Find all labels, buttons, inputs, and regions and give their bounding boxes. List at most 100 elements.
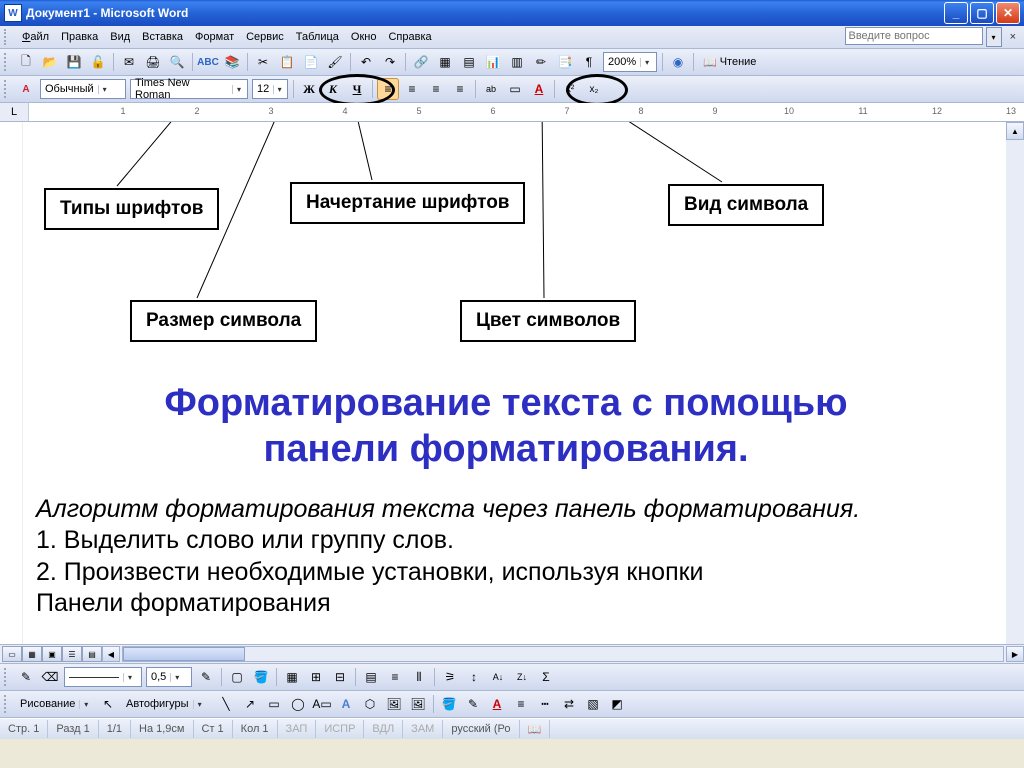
insert-excel-button[interactable]: 📊 xyxy=(482,51,504,73)
show-formatting-button[interactable]: ¶ xyxy=(578,51,600,73)
research-button[interactable]: 📚 xyxy=(221,51,243,73)
menu-table[interactable]: Таблица xyxy=(290,29,345,45)
permissions-button[interactable]: 🔓 xyxy=(87,51,109,73)
align-justify-button[interactable]: ≡ xyxy=(449,78,471,100)
menu-insert[interactable]: Вставка xyxy=(136,29,189,45)
line-style-combo[interactable]: ▾ xyxy=(64,667,142,687)
highlight-button[interactable]: ab xyxy=(480,78,502,100)
doc-map-button[interactable]: 📑 xyxy=(554,51,576,73)
vertical-scrollbar[interactable]: ▲ xyxy=(1006,122,1024,644)
scroll-up-button[interactable]: ▲ xyxy=(1006,122,1024,140)
status-trk[interactable]: ИСПР xyxy=(316,720,364,738)
line-tool-button[interactable]: ╲ xyxy=(215,693,237,715)
border-button[interactable]: ▭ xyxy=(504,78,526,100)
print-button[interactable]: 🖨 xyxy=(142,51,164,73)
status-ovr[interactable]: ЗАМ xyxy=(403,720,443,738)
normal-view-button[interactable]: ▭ xyxy=(2,646,22,662)
copy-button[interactable]: 📋 xyxy=(276,51,298,73)
print-view-button[interactable]: ▣ xyxy=(42,646,62,662)
vertical-ruler[interactable] xyxy=(0,122,23,644)
line-style-button[interactable]: ≡ xyxy=(510,693,532,715)
merge-cells-button[interactable]: ⊞ xyxy=(305,666,327,688)
reading-view-button[interactable]: ▤ xyxy=(82,646,102,662)
font-size-combo[interactable]: 12▾ xyxy=(252,79,288,99)
insert-table-button[interactable]: ▤ xyxy=(458,51,480,73)
help-search[interactable]: ▾ xyxy=(845,27,1002,47)
scroll-left-button[interactable]: ◀ xyxy=(102,646,120,662)
split-cells-button[interactable]: ⊟ xyxy=(329,666,351,688)
help-button[interactable]: ◉ xyxy=(667,51,689,73)
align-center-button[interactable]: ≡ xyxy=(401,78,423,100)
document-content[interactable]: Типы шрифтов Начертание шрифтов Вид симв… xyxy=(22,122,1004,644)
textbox-tool-button[interactable]: A▭ xyxy=(311,693,333,715)
drawing-button[interactable]: ✏ xyxy=(530,51,552,73)
shading-color-button[interactable]: 🪣 xyxy=(250,666,272,688)
subscript-button[interactable]: x₂ xyxy=(583,78,605,100)
3d-button[interactable]: ◩ xyxy=(606,693,628,715)
insert-table-button2[interactable]: ▦ xyxy=(281,666,303,688)
status-lang[interactable]: русский (Ро xyxy=(443,720,519,738)
arrow-style-button[interactable]: ⇄ xyxy=(558,693,580,715)
styles-pane-button[interactable]: A xyxy=(15,78,37,100)
open-button[interactable]: 📂 xyxy=(39,51,61,73)
outside-border-button[interactable]: ▢ xyxy=(226,666,248,688)
scroll-right-button[interactable]: ▶ xyxy=(1006,646,1024,662)
sort-asc-button[interactable]: A↓ xyxy=(487,666,509,688)
zoom-combo[interactable]: 200%▾ xyxy=(603,52,657,72)
status-spell-icon[interactable]: 📖 xyxy=(520,720,551,738)
border-color-button[interactable]: ✎ xyxy=(195,666,217,688)
reading-layout-button[interactable]: 📖Чтение xyxy=(697,51,762,73)
wordart-button[interactable]: A xyxy=(335,693,357,715)
clipart-button[interactable]: 🖼 xyxy=(383,693,405,715)
drawing-menu[interactable]: Рисование▾ xyxy=(16,695,94,713)
print-preview-button[interactable]: 🔍 xyxy=(166,51,188,73)
sort-desc-button[interactable]: Z↓ xyxy=(511,666,533,688)
select-objects-button[interactable]: ↖ xyxy=(97,693,119,715)
align-cells-button[interactable]: ▤ xyxy=(360,666,382,688)
shadow-button[interactable]: ▧ xyxy=(582,693,604,715)
hscroll-track[interactable] xyxy=(122,646,1004,662)
picture-button[interactable]: 🖼 xyxy=(407,693,429,715)
text-direction-button[interactable]: ↕ xyxy=(463,666,485,688)
spellcheck-button[interactable]: ABC xyxy=(197,51,219,73)
font-color-button2[interactable]: A xyxy=(486,693,508,715)
fill-color-button[interactable]: 🪣 xyxy=(438,693,460,715)
distribute-rows-button[interactable]: ≡ xyxy=(384,666,406,688)
eraser-button[interactable]: ⌫ xyxy=(39,666,61,688)
autoshapes-menu[interactable]: Автофигуры▾ xyxy=(122,695,212,713)
menu-edit[interactable]: Правка xyxy=(55,29,104,45)
line-color-button[interactable]: ✎ xyxy=(462,693,484,715)
font-combo[interactable]: Times New Roman▾ xyxy=(130,79,248,99)
cut-button[interactable]: ✂ xyxy=(252,51,274,73)
menu-format[interactable]: Формат xyxy=(189,29,240,45)
hyperlink-button[interactable]: 🔗 xyxy=(410,51,432,73)
bold-button[interactable]: Ж xyxy=(298,78,320,100)
dash-style-button[interactable]: ┅ xyxy=(534,693,556,715)
line-weight-combo[interactable]: 0,5▾ xyxy=(146,667,192,687)
oval-tool-button[interactable]: ◯ xyxy=(287,693,309,715)
help-search-input[interactable] xyxy=(845,27,983,45)
help-search-dropdown[interactable]: ▾ xyxy=(986,27,1002,47)
autosum-button[interactable]: Σ xyxy=(535,666,557,688)
menu-view[interactable]: Вид xyxy=(104,29,136,45)
format-painter-button[interactable]: 🖌 xyxy=(324,51,346,73)
mail-button[interactable]: ✉ xyxy=(118,51,140,73)
paste-button[interactable]: 📄 xyxy=(300,51,322,73)
new-doc-button[interactable]: 🗋 xyxy=(15,51,37,73)
align-right-button[interactable]: ≡ xyxy=(425,78,447,100)
draw-table-button[interactable]: ✎ xyxy=(15,666,37,688)
menu-window[interactable]: Окно xyxy=(345,29,383,45)
tables-borders-button[interactable]: ▦ xyxy=(434,51,456,73)
align-left-button[interactable]: ≡ xyxy=(377,78,399,100)
autoformat-button[interactable]: ⚞ xyxy=(439,666,461,688)
web-view-button[interactable]: ▦ xyxy=(22,646,42,662)
hscroll-thumb[interactable] xyxy=(123,647,245,661)
maximize-button[interactable]: ▢ xyxy=(970,2,994,24)
menu-help[interactable]: Справка xyxy=(382,29,437,45)
menu-file[interactable]: Файл xyxy=(16,29,55,45)
undo-button[interactable]: ↶ xyxy=(355,51,377,73)
redo-button[interactable]: ↷ xyxy=(379,51,401,73)
horizontal-ruler[interactable]: 12345678910111213 xyxy=(29,103,1024,121)
diagram-button[interactable]: ⬡ xyxy=(359,693,381,715)
outline-view-button[interactable]: ☰ xyxy=(62,646,82,662)
